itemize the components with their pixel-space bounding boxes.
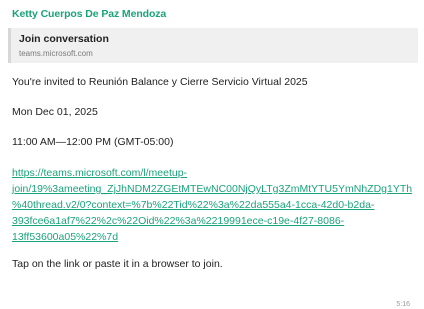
message-timestamp: 5:16 <box>396 301 410 308</box>
meeting-link-line[interactable]: %40thread.v2/0?context=%7b%22Tid%22%3a%2… <box>12 197 416 213</box>
meeting-link-line[interactable]: join/19%3ameeting_ZjJhNDM2ZGEtMTEwNC00Nj… <box>12 181 416 197</box>
link-preview-card[interactable]: Join conversation teams.microsoft.com <box>8 28 418 63</box>
join-instruction: Tap on the link or paste it in a browser… <box>12 258 223 270</box>
link-preview-domain: teams.microsoft.com <box>19 49 93 58</box>
meeting-time: 11:00 AM—12:00 PM (GMT-05:00) <box>12 136 174 148</box>
meeting-link-line[interactable]: https://teams.microsoft.com/l/meetup- <box>12 165 416 181</box>
message-bubble: Ketty Cuerpos De Paz Mendoza Join conver… <box>0 0 424 309</box>
invite-text: You're invited to Reunión Balance y Cier… <box>12 76 308 88</box>
meeting-link-line[interactable]: 13ff53600a05%22%7d <box>12 229 416 245</box>
meeting-link-line[interactable]: 393fce6a1af7%22%2c%22Oid%22%3a%2219991ec… <box>12 213 416 229</box>
link-preview-title: Join conversation <box>19 33 109 45</box>
meeting-date: Mon Dec 01, 2025 <box>12 106 98 118</box>
sender-name[interactable]: Ketty Cuerpos De Paz Mendoza <box>12 7 416 21</box>
meeting-link[interactable]: https://teams.microsoft.com/l/meetup- jo… <box>12 165 416 245</box>
